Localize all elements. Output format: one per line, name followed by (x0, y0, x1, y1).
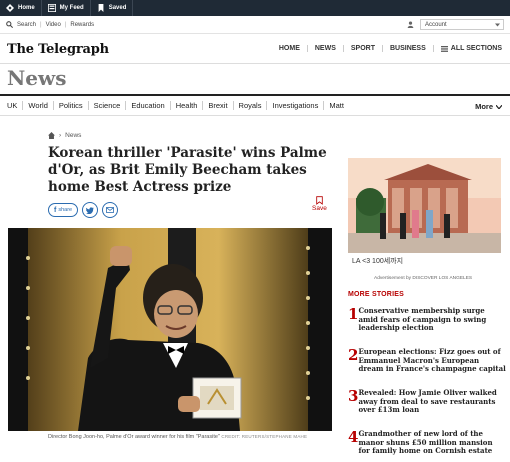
hamburger-icon (440, 45, 448, 52)
chevron-down-icon (495, 23, 500, 26)
telegraph-logo[interactable]: The Telegraph (7, 42, 109, 57)
rewards-link[interactable]: Rewards (70, 22, 94, 28)
subnav-world[interactable]: World (23, 101, 54, 110)
topbar-my-feed[interactable]: My Feed (42, 0, 91, 16)
search-link[interactable]: Search (17, 22, 36, 28)
email-share-button[interactable] (102, 202, 119, 218)
breadcrumb: › News (48, 132, 81, 139)
ad-photo-los-angeles (348, 158, 501, 254)
caption-text: Director Bong Joon-ho, Palme d'Or award … (48, 434, 220, 440)
article-hero-image (8, 228, 332, 431)
top-app-bar: Home My Feed Saved (0, 0, 510, 16)
main-nav: HOME NEWS SPORT BUSINESS ALL SECTIONS (272, 45, 502, 52)
home-icon (6, 4, 14, 12)
story-title[interactable]: European elections: Fizz goes out of Emm… (358, 347, 506, 374)
advertisement-image[interactable] (348, 158, 501, 268)
nav-home[interactable]: HOME (272, 45, 308, 52)
subnav-more-button[interactable]: More (475, 102, 502, 111)
bookmark-icon (316, 196, 323, 205)
story-number: 4 (348, 428, 359, 446)
breadcrumb-news[interactable]: News (65, 132, 81, 139)
email-icon (106, 207, 115, 213)
section-title: News (7, 66, 67, 90)
subnav-health[interactable]: Health (171, 101, 204, 110)
user-icon[interactable] (407, 21, 414, 28)
image-caption: Director Bong Joon-ho, Palme d'Or award … (48, 434, 307, 440)
subnav-education[interactable]: Education (126, 101, 171, 110)
save-label: Save (312, 205, 327, 212)
story-title[interactable]: Conservative membership surge amid fears… (358, 306, 506, 333)
chevron-down-icon (496, 104, 502, 109)
more-story-item[interactable]: 3 Revealed: How Jamie Oliver walked away… (348, 387, 506, 415)
subnav-brexit[interactable]: Brexit (203, 101, 234, 110)
ad-disclosure: Advertisement by DISCOVER LOS ANGELES (374, 276, 473, 281)
photo-bong-joon-ho (8, 228, 332, 431)
story-title[interactable]: Grandmother of new lord of the manor shu… (358, 429, 506, 456)
ad-tagline[interactable]: LA <3 100세까지 (348, 253, 501, 268)
search-icon[interactable] (6, 21, 13, 28)
feed-icon (47, 4, 56, 12)
share-label: share (58, 207, 73, 213)
bookmark-icon (98, 4, 104, 12)
home-icon[interactable] (48, 132, 55, 139)
story-number: 2 (348, 346, 359, 364)
video-link[interactable]: Video (46, 22, 61, 28)
save-article-button[interactable]: Save (312, 196, 327, 212)
story-title[interactable]: Revealed: How Jamie Oliver walked away f… (358, 388, 506, 415)
subnav-royals[interactable]: Royals (234, 101, 268, 110)
subnav-more-label: More (475, 102, 493, 111)
subnav-science[interactable]: Science (89, 101, 127, 110)
more-stories-heading: MORE STORIES (348, 291, 404, 298)
twitter-icon (86, 206, 95, 214)
more-story-item[interactable]: 1 Conservative membership surge amid fea… (348, 305, 506, 333)
account-label: Account (425, 21, 447, 28)
breadcrumb-separator: › (59, 132, 62, 139)
nav-business[interactable]: BUSINESS (383, 45, 434, 52)
story-number: 3 (348, 387, 359, 405)
nav-all-sections[interactable]: ALL SECTIONS (434, 45, 502, 52)
utility-bar: Search | Video | Rewards Account (0, 16, 510, 34)
topbar-saved[interactable]: Saved (91, 0, 134, 16)
share-bar: f share (48, 202, 119, 218)
story-number: 1 (348, 305, 359, 323)
topbar-saved-label: Saved (108, 5, 127, 11)
masthead: The Telegraph HOME NEWS SPORT BUSINESS A… (0, 34, 510, 64)
divider: | (64, 21, 67, 28)
nav-sport[interactable]: SPORT (344, 45, 383, 52)
nav-news[interactable]: NEWS (308, 45, 344, 52)
section-subnav: UK World Politics Science Education Heal… (0, 94, 510, 116)
topbar-home[interactable]: Home (0, 0, 42, 16)
more-story-item[interactable]: 4 Grandmother of new lord of the manor s… (348, 428, 506, 456)
subnav-matt[interactable]: Matt (324, 101, 349, 110)
twitter-share-button[interactable] (82, 202, 99, 218)
subnav-uk[interactable]: UK (0, 101, 24, 110)
subnav-investigations[interactable]: Investigations (267, 101, 325, 110)
subnav-politics[interactable]: Politics (54, 101, 89, 110)
more-story-item[interactable]: 2 European elections: Fizz goes out of E… (348, 346, 506, 374)
nav-all-sections-label: ALL SECTIONS (450, 45, 502, 52)
facebook-icon: f (54, 206, 57, 214)
article-headline: Korean thriller 'Parasite' wins Palme d'… (48, 145, 327, 195)
topbar-my-feed-label: My Feed (59, 5, 84, 11)
divider: | (40, 21, 42, 28)
account-dropdown[interactable]: Account (420, 19, 504, 30)
facebook-share-button[interactable]: f share (48, 203, 79, 217)
caption-credit: CREDIT: REUTERS/STEPHANE MAHE (221, 434, 308, 439)
topbar-home-label: Home (18, 5, 35, 11)
